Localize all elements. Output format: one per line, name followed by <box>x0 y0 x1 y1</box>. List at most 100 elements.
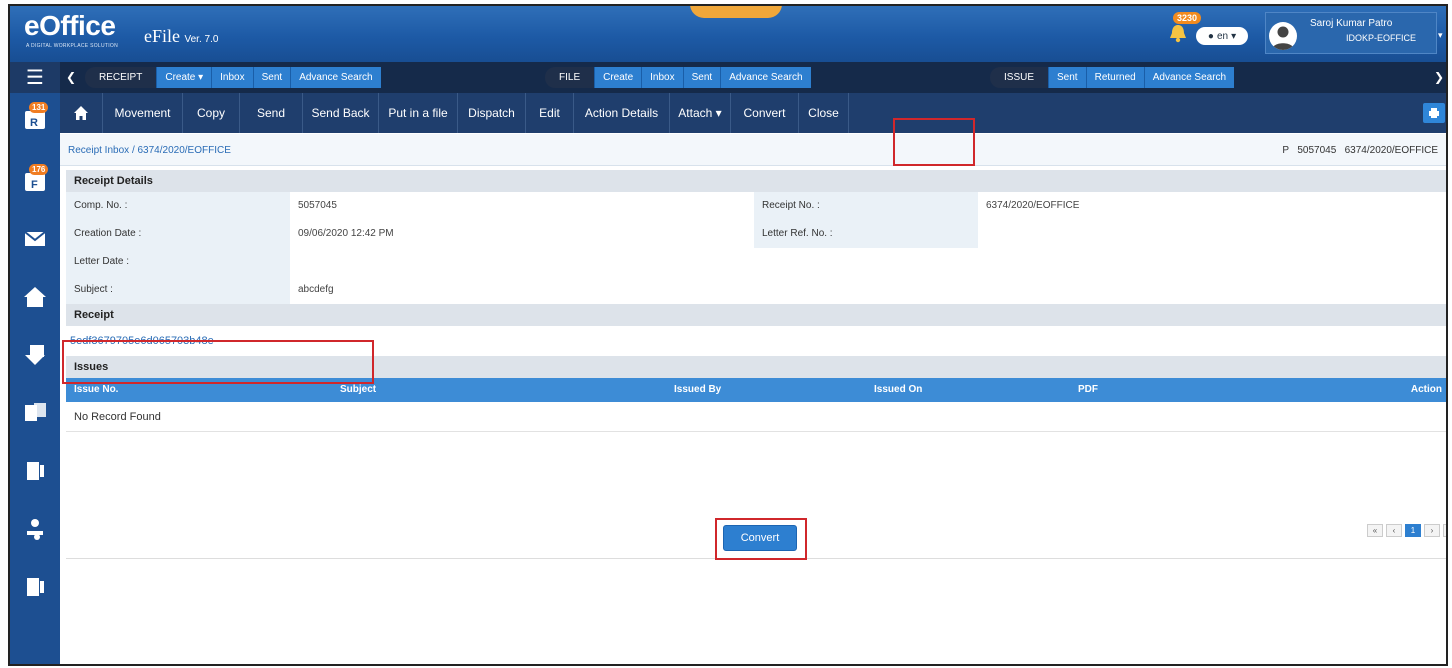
col-issued-on[interactable]: Issued On <box>866 378 1070 402</box>
convert-toolbar-button[interactable]: Convert <box>731 93 799 133</box>
edit-button[interactable]: Edit <box>526 93 574 133</box>
close-button[interactable]: Close <box>799 93 849 133</box>
hamburger-menu-icon[interactable]: ☰ <box>10 62 60 93</box>
receipt-number: 6374/2020/EOFFICE <box>1344 145 1438 156</box>
movement-button[interactable]: Movement <box>103 93 183 133</box>
file-create-link[interactable]: Create <box>594 67 642 88</box>
avatar[interactable] <box>1269 22 1297 50</box>
receipt-inbox-link[interactable]: Inbox <box>211 67 253 88</box>
convert-button-highlight <box>715 518 807 560</box>
module-bar: ☰ ❮ RECEIPT Create ▾ Inbox Sent Advance … <box>10 62 1446 93</box>
copy-button[interactable]: Copy <box>183 93 240 133</box>
file-inbox-link[interactable]: Inbox <box>641 67 683 88</box>
breadcrumb-separator: / <box>131 145 135 156</box>
user-role: IDOKP-EOFFICE <box>1346 33 1417 43</box>
prev-page-icon[interactable]: ‹ <box>1386 524 1402 537</box>
print-icon <box>1429 108 1439 118</box>
receipt-header: Receipt <box>66 304 1446 326</box>
module-label-issue[interactable]: ISSUE <box>990 67 1049 88</box>
put-in-a-file-button[interactable]: Put in a file <box>379 93 458 133</box>
receipt-identifier: P 5057045 6374/2020/EOFFICE <box>1282 145 1438 156</box>
notification-badge: 3230 <box>1173 12 1202 24</box>
action-details-button[interactable]: Action Details <box>574 93 670 133</box>
toolbar-convert-highlight <box>893 118 975 166</box>
scroll-left-icon[interactable]: ❮ <box>66 70 76 84</box>
app-version: Ver. 7.0 <box>184 34 219 45</box>
issue-advance-search-link[interactable]: Advance Search <box>1143 67 1235 88</box>
home-mail-icon[interactable] <box>21 285 49 309</box>
details-row: Creation Date : 09/06/2020 12:42 PM Lett… <box>66 220 1446 248</box>
app-name-text: eFile <box>144 26 180 46</box>
chevron-down-icon[interactable]: ▾ <box>1438 30 1443 41</box>
receipt-no-label: Receipt No. : <box>754 192 978 220</box>
scroll-right-icon[interactable]: ❯ <box>1434 70 1444 84</box>
breadcrumb-receipt-inbox[interactable]: Receipt Inbox <box>68 145 129 156</box>
issue-module: ISSUE Sent Returned Advance Search <box>990 67 1235 88</box>
svg-text:R: R <box>30 117 38 129</box>
reports-icon[interactable] <box>21 459 49 483</box>
creation-date-label: Creation Date : <box>66 220 290 248</box>
receipt-details-header: Receipt Details <box>66 170 1446 192</box>
issue-returned-link[interactable]: Returned <box>1085 67 1144 88</box>
svg-text:F: F <box>31 179 38 191</box>
receipt-type-prefix: P <box>1282 145 1289 156</box>
page-number[interactable]: 1 <box>1405 524 1421 537</box>
dispatch-button[interactable]: Dispatch <box>458 93 526 133</box>
receipt-details-grid: Comp. No. : 5057045 Receipt No. : 6374/2… <box>66 192 1446 304</box>
attach-dropdown[interactable]: Attach ▾ <box>670 93 731 133</box>
send-back-button[interactable]: Send Back <box>303 93 379 133</box>
col-pdf[interactable]: PDF <box>1070 378 1396 402</box>
settings-user-icon[interactable] <box>21 517 49 541</box>
next-page-icon[interactable]: › <box>1424 524 1440 537</box>
file-count-badge: 176 <box>29 164 49 175</box>
module-label-receipt[interactable]: RECEIPT <box>85 67 157 88</box>
receipt-advance-search-link[interactable]: Advance Search <box>290 67 381 88</box>
personal-register-icon[interactable] <box>21 343 49 367</box>
issue-sent-link[interactable]: Sent <box>1048 67 1086 88</box>
home-button[interactable] <box>60 93 103 133</box>
comp-no-value: 5057045 <box>290 192 754 220</box>
top-pull-tab[interactable] <box>690 6 782 18</box>
language-selector[interactable]: ● en ▾ <box>1196 27 1248 45</box>
col-action[interactable]: Action <box>1396 378 1446 402</box>
letter-ref-value <box>978 220 1446 248</box>
bell-icon[interactable] <box>1167 22 1189 44</box>
reports-alt-icon[interactable] <box>21 575 49 599</box>
home-icon <box>74 106 88 120</box>
receipt-create-link[interactable]: Create ▾ <box>156 67 212 88</box>
chevron-down-icon: ▾ <box>1231 30 1237 42</box>
user-name: Saroj Kumar Patro <box>1310 18 1393 29</box>
print-button[interactable] <box>1423 103 1445 123</box>
receipt-no-value: 6374/2020/EOFFICE <box>978 192 1446 220</box>
logo-tagline: A DIGITAL WORKPLACE SOLUTION <box>26 43 119 49</box>
details-row: Comp. No. : 5057045 Receipt No. : 6374/2… <box>66 192 1446 220</box>
app-window: eOffice A DIGITAL WORKPLACE SOLUTION eFi… <box>8 4 1448 666</box>
receipt-comp-no: 5057045 <box>1297 145 1337 156</box>
details-row: Subject : abcdefg <box>66 276 1446 304</box>
first-page-icon[interactable]: « <box>1367 524 1383 537</box>
comp-no-label: Comp. No. : <box>66 192 290 220</box>
send-button[interactable]: Send <box>240 93 303 133</box>
receipt-content: Receipt Details Comp. No. : 5057045 Rece… <box>66 170 1446 432</box>
subject-label: Subject : <box>66 276 290 304</box>
collaboration-icon[interactable] <box>21 401 49 425</box>
col-subject[interactable]: Subject <box>332 378 666 402</box>
receipt-count-badge: 131 <box>29 102 49 113</box>
breadcrumb: Receipt Inbox / 6374/2020/EOFFICE P 5057… <box>60 134 1446 166</box>
receipt-sent-link[interactable]: Sent <box>252 67 291 88</box>
app-header: eOffice A DIGITAL WORKPLACE SOLUTION eFi… <box>10 6 1446 62</box>
module-label-file[interactable]: FILE <box>545 67 595 88</box>
action-toolbar: Movement Copy Send Send Back Put in a fi… <box>60 93 1446 133</box>
breadcrumb-trail: Receipt Inbox / 6374/2020/EOFFICE <box>68 145 231 156</box>
col-issued-by[interactable]: Issued By <box>666 378 866 402</box>
dak-icon[interactable] <box>21 227 49 251</box>
file-sent-link[interactable]: Sent <box>682 67 721 88</box>
subject-value: abcdefg <box>290 276 1446 304</box>
file-advance-search-link[interactable]: Advance Search <box>720 67 811 88</box>
globe-icon: ● <box>1207 30 1214 42</box>
no-record-message: No Record Found <box>66 402 1446 432</box>
last-page-icon[interactable]: » <box>1443 524 1446 537</box>
app-name: eFile Ver. 7.0 <box>144 26 218 47</box>
file-module: FILE Create Inbox Sent Advance Search <box>545 67 811 88</box>
details-row: Letter Date : <box>66 248 1446 276</box>
